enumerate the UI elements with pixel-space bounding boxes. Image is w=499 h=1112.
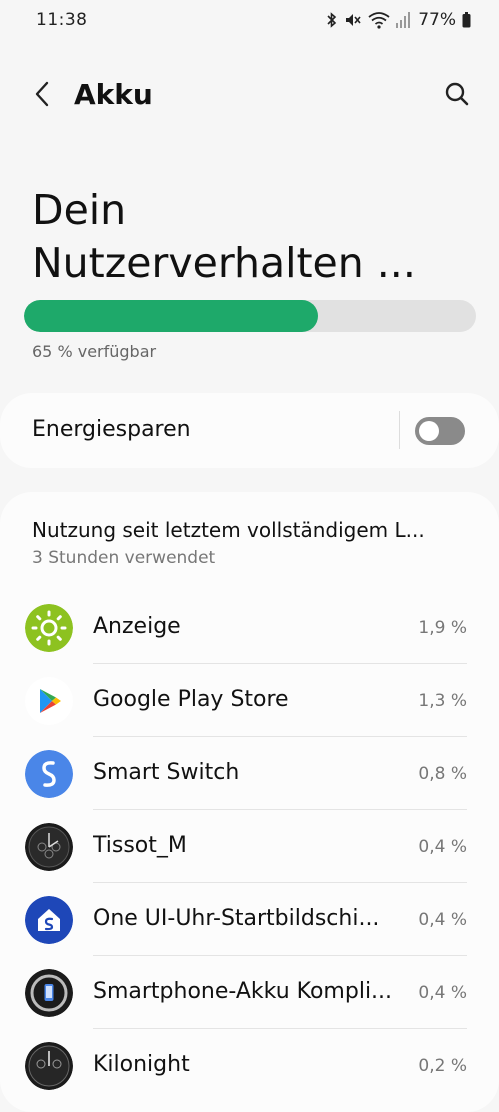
app-usage-row-smart-switch[interactable]: Smart Switch 0,8 % xyxy=(0,737,499,810)
phone-battery-complication-icon xyxy=(25,969,73,1017)
battery-icon xyxy=(462,12,471,28)
headline-line-2: Nutzerverhalten ... xyxy=(32,239,416,287)
battery-headline: Dein Nutzerverhalten ... xyxy=(32,184,472,290)
smart-switch-icon xyxy=(25,750,73,798)
usage-card: Nutzung seit letztem vollständigem L... … xyxy=(0,492,499,1112)
divider xyxy=(399,411,400,449)
back-arrow-icon xyxy=(34,81,50,111)
battery-level-bar xyxy=(24,300,476,332)
app-usage-row-phone-battery[interactable]: Smartphone-Akku Kompli... 0,4 % xyxy=(0,956,499,1029)
back-button[interactable] xyxy=(26,80,58,112)
app-usage-percent: 0,8 % xyxy=(418,764,467,784)
app-usage-percent: 0,4 % xyxy=(418,837,467,857)
app-usage-percent: 1,3 % xyxy=(418,691,467,711)
battery-level-caption: 65 % verfügbar xyxy=(32,342,157,361)
signal-icon xyxy=(396,12,411,28)
power-saving-toggle[interactable] xyxy=(415,417,465,445)
app-usage-percent: 0,4 % xyxy=(418,983,467,1003)
app-usage-percent: 0,4 % xyxy=(418,910,467,930)
toggle-knob xyxy=(419,421,439,441)
app-name: Kilonight xyxy=(93,1052,190,1077)
status-bar: 11:38 77% xyxy=(0,0,499,44)
status-time: 11:38 xyxy=(36,10,88,30)
usage-title[interactable]: Nutzung seit letztem vollständigem L... xyxy=(32,518,425,542)
app-usage-row-anzeige[interactable]: Anzeige 1,9 % xyxy=(0,591,499,664)
app-usage-percent: 0,2 % xyxy=(418,1056,467,1076)
app-usage-row-tissot[interactable]: Tissot_M 0,4 % xyxy=(0,810,499,883)
page-title: Akku xyxy=(74,78,153,111)
search-button[interactable] xyxy=(441,80,473,112)
app-usage-row-play-store[interactable]: Google Play Store 1,3 % xyxy=(0,664,499,737)
watch-face-icon xyxy=(25,1042,73,1090)
app-name: Anzeige xyxy=(93,614,181,639)
bluetooth-icon xyxy=(326,11,338,29)
headline-line-1: Dein xyxy=(32,186,127,234)
power-saving-label: Energiesparen xyxy=(32,417,191,442)
sun-icon xyxy=(25,604,73,652)
app-usage-row-one-ui-home[interactable]: One UI-Uhr-Startbildschi... 0,4 % xyxy=(0,883,499,956)
app-usage-percent: 1,9 % xyxy=(418,618,467,638)
app-usage-row-kilonight[interactable]: Kilonight 0,2 % xyxy=(0,1029,499,1102)
app-name: One UI-Uhr-Startbildschi... xyxy=(93,906,380,931)
power-saving-card[interactable]: Energiesparen xyxy=(0,393,499,468)
wifi-icon xyxy=(368,11,390,29)
app-name: Smart Switch xyxy=(93,760,240,785)
play-store-icon xyxy=(25,677,73,725)
usage-subtitle: 3 Stunden verwendet xyxy=(32,548,216,568)
one-ui-home-icon xyxy=(25,896,73,944)
battery-percent: 77% xyxy=(418,10,456,30)
status-icons: 77% xyxy=(326,10,471,30)
search-icon xyxy=(444,81,470,111)
mute-icon xyxy=(344,11,362,29)
app-name: Smartphone-Akku Kompli... xyxy=(93,979,393,1004)
watch-face-icon xyxy=(25,823,73,871)
battery-level-fill xyxy=(24,300,318,332)
app-name: Google Play Store xyxy=(93,687,289,712)
app-name: Tissot_M xyxy=(93,833,187,858)
app-bar: Akku xyxy=(0,70,499,126)
